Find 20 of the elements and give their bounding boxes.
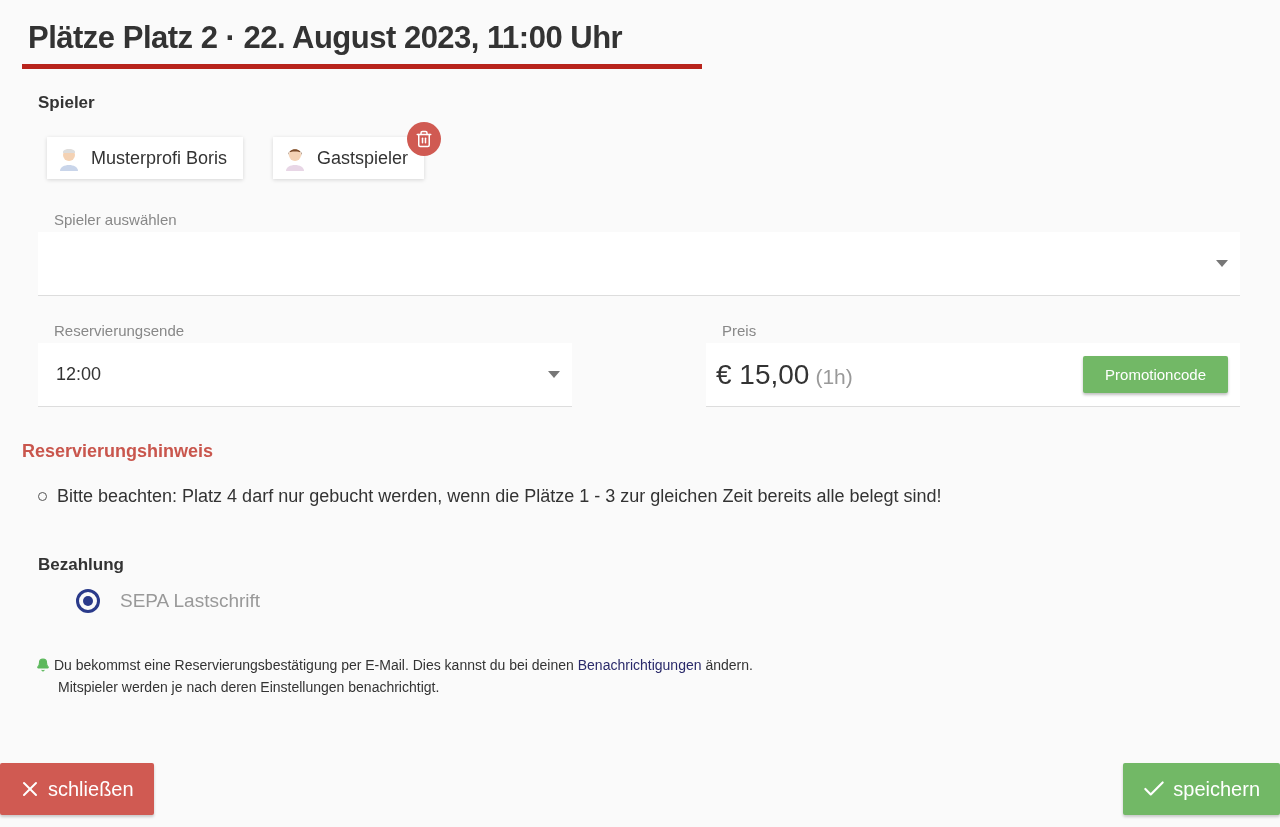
notification-text: Mitspieler werden je nach deren Einstellungen benachrichtigt. xyxy=(58,679,441,695)
radio-label: SEPA Lastschrift xyxy=(120,590,261,612)
player-name: Gastspieler xyxy=(317,147,409,169)
section-label: Bezahlung xyxy=(38,555,125,575)
notifications-link[interactable]: Benachrichtigungen xyxy=(577,657,702,673)
field-label: Preis xyxy=(722,322,758,339)
field-label: Spieler auswählen xyxy=(54,211,178,228)
field-label: Reservierungsende xyxy=(54,322,186,339)
save-button[interactable]: speichern xyxy=(1123,763,1280,815)
player-name: Musterprofi Boris xyxy=(91,147,228,169)
close-button[interactable]: schließen xyxy=(0,763,154,815)
promotion-code-button[interactable]: Promotioncode xyxy=(1083,356,1228,393)
page-title: Plätze Platz 2 · 22. August 2023, 11:00 Uhr xyxy=(22,18,702,69)
section-label: Spieler xyxy=(38,93,96,113)
price-duration: (1h) xyxy=(815,364,853,388)
price-amount: € 15,00 xyxy=(716,358,810,390)
notification-text: Du bekommst eine Reservierungsbestätigung per E-Mail. Dies kannst du bei deinen Benachrichtigungen ändern. xyxy=(54,657,753,673)
end-time-select[interactable]: 12:00 xyxy=(38,343,572,407)
notice-heading: Reservierungshinweis xyxy=(22,441,215,462)
notice-text: Bitte beachten: Platz 4 darf nur gebucht werden, wenn die Plätze 1 - 3 zur gleichen Zeit bereits alle belegt sind! xyxy=(57,486,942,507)
